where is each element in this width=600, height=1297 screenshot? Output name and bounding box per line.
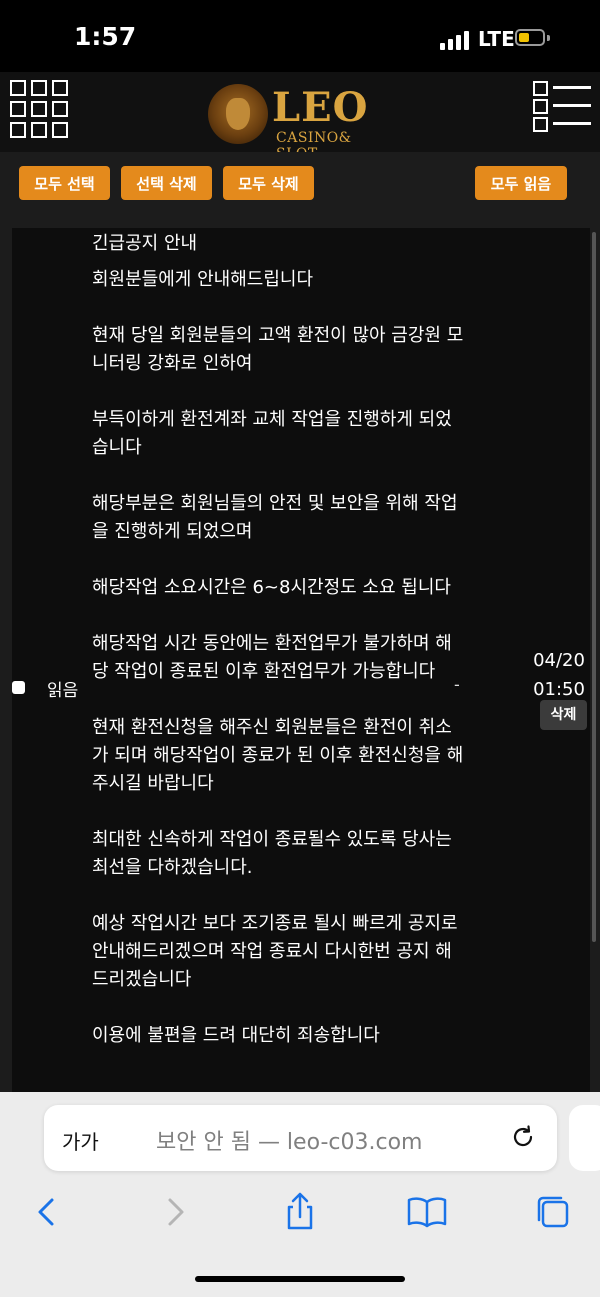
- message-date: 04/20: [533, 650, 585, 671]
- forward-icon[interactable]: [152, 1190, 196, 1234]
- site-header: LEO CASINO& SLOT: [0, 72, 600, 162]
- message-checkbox[interactable]: [12, 681, 25, 694]
- text-size-button[interactable]: 가가: [62, 1126, 99, 1155]
- signal-icon: [440, 30, 469, 50]
- next-tab-peek[interactable]: [569, 1105, 600, 1171]
- reload-icon[interactable]: [508, 1122, 538, 1152]
- message-paragraph: 예상 작업시간 보다 조기종료 될시 빠르게 공지로 안내해드리겠으며 작업 종…: [92, 913, 458, 990]
- message-paragraph: 최대한 신속하게 작업이 종료될수 있도록 당사는 최선을 다하겠습니다.: [92, 829, 452, 878]
- delete-all-button[interactable]: 모두 삭제: [223, 166, 314, 200]
- tabs-icon[interactable]: [531, 1190, 575, 1234]
- back-icon[interactable]: [26, 1190, 70, 1234]
- battery-tip: [547, 35, 550, 41]
- status-bar: 1:57 LTE: [0, 0, 600, 72]
- share-icon[interactable]: [278, 1190, 322, 1234]
- message-title: 긴급공지 안내: [92, 233, 198, 254]
- site-logo[interactable]: LEO CASINO& SLOT: [208, 84, 388, 162]
- message-paragraph: 회원분들에게 안내해드립니다: [92, 269, 314, 290]
- message-paragraph: 부득이하게 환전계좌 교체 작업을 진행하게 되었습니다: [92, 409, 452, 458]
- read-status: 읽음: [47, 681, 79, 701]
- address-bar[interactable]: 가가 보안 안 됨 — leo-c03.com: [44, 1105, 557, 1171]
- lion-emblem-icon: [208, 84, 268, 144]
- message-paragraph: 현재 당일 회원분들의 고액 환전이 많아 금강원 모니터링 강화로 인하여: [92, 325, 464, 374]
- grid-menu-icon[interactable]: [10, 80, 68, 138]
- message-body: 긴급공지 안내 회원분들에게 안내해드립니다 현재 당일 회원분들의 고액 환전…: [92, 230, 467, 1078]
- browser-toolbar: 가가 보안 안 됨 — leo-c03.com: [0, 1092, 600, 1297]
- read-all-button[interactable]: 모두 읽음: [475, 166, 567, 200]
- select-all-button[interactable]: 모두 선택: [19, 166, 110, 200]
- list-menu-icon[interactable]: [533, 80, 593, 140]
- message-paragraph: 현재 환전신청을 해주신 회원분들은 환전이 취소가 되며 해당작업이 종료가 …: [92, 717, 464, 794]
- message-toolbar: 모두 선택 선택 삭제 모두 삭제 모두 읽음: [0, 152, 600, 228]
- message-paragraph: 해당작업 소요시간은 6~8시간정도 소요 됩니다: [92, 577, 451, 598]
- url-text[interactable]: 보안 안 됨 — leo-c03.com: [156, 1124, 422, 1156]
- status-time: 1:57: [74, 22, 137, 51]
- network-label: LTE: [478, 27, 515, 51]
- message-paragraph: 해당부분은 회원님들의 안전 및 보안을 위해 작업을 진행하게 되었으며: [92, 493, 458, 542]
- logo-word: LEO: [272, 84, 369, 131]
- message-datetime: 04/20 01:50: [528, 646, 590, 704]
- delete-message-button[interactable]: 삭제: [540, 700, 587, 730]
- bookmarks-icon[interactable]: [405, 1190, 449, 1234]
- scrollbar[interactable]: [592, 232, 596, 942]
- delete-selected-button[interactable]: 선택 삭제: [121, 166, 212, 200]
- message-separator: -: [454, 675, 460, 694]
- message-paragraph: 해당작업 시간 동안에는 환전업무가 불가하며 해당 작업이 종료된 이후 환전…: [92, 633, 452, 682]
- message-paragraph: 이용에 불편을 드려 대단히 죄송합니다: [92, 1025, 380, 1046]
- home-indicator[interactable]: [195, 1276, 405, 1282]
- battery-icon: [515, 29, 545, 46]
